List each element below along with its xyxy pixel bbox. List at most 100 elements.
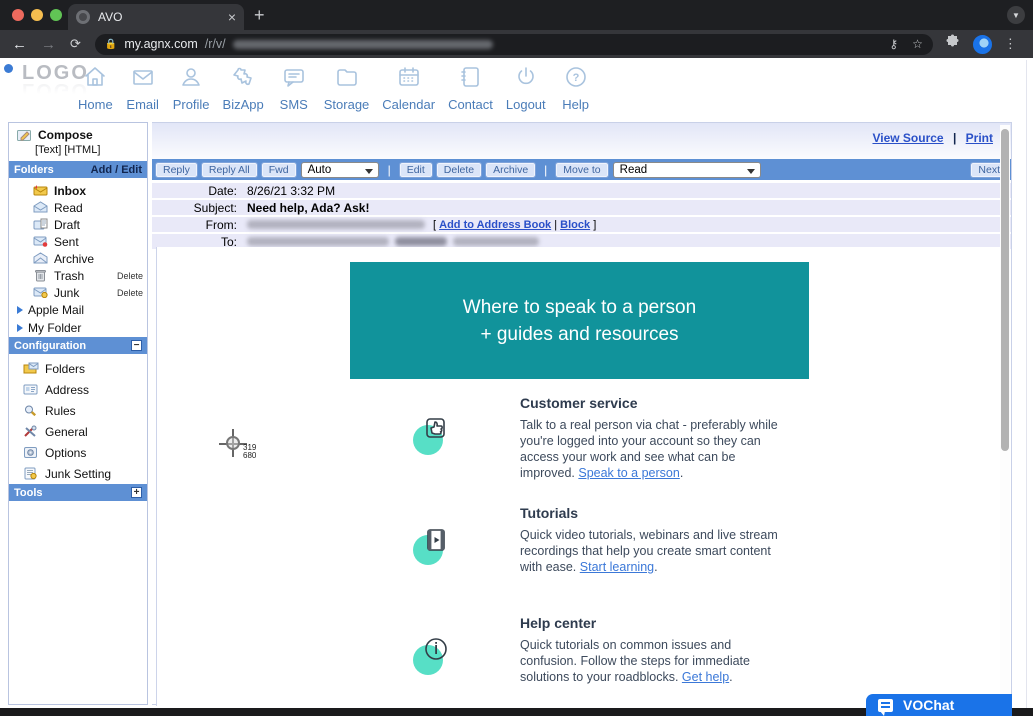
tab-title: AVO <box>98 10 220 24</box>
nav-item-help[interactable]: ? Help <box>559 64 593 112</box>
reply-button[interactable]: Reply <box>156 163 197 177</box>
expander-triangle-icon[interactable] <box>17 306 23 314</box>
speech-bubble-icon <box>281 64 307 95</box>
configuration-section-header[interactable]: Configuration − <box>9 337 147 354</box>
browser-tab[interactable]: AVO × <box>68 4 244 30</box>
move-to-button[interactable]: Move to <box>556 163 607 177</box>
sidebar-item-draft[interactable]: Draft <box>9 216 147 233</box>
address-bar[interactable]: 🔒 my.agnx.com /r/v/ ⚷ ☆ <box>95 34 933 55</box>
browser-profile-avatar[interactable] <box>973 35 992 54</box>
browser-menu-icon[interactable]: ⋮ <box>1004 36 1017 52</box>
banner-line-1: Where to speak to a person <box>350 295 809 320</box>
config-junk-setting-icon <box>23 467 38 480</box>
nav-item-home[interactable]: Home <box>78 64 113 112</box>
password-key-icon[interactable]: ⚷ <box>889 37 898 51</box>
nav-item-calendar[interactable]: Calendar <box>382 64 435 112</box>
format-select[interactable]: Auto <box>301 162 379 178</box>
back-icon[interactable]: ← <box>12 36 27 53</box>
nav-item-profile[interactable]: Profile <box>173 64 210 112</box>
bookmark-star-icon[interactable]: ☆ <box>912 37 923 51</box>
redacted-reply-to-address <box>453 237 539 246</box>
sidebar-item-apple-mail[interactable]: Apple Mail <box>9 301 147 319</box>
new-tab-button[interactable]: + <box>254 6 265 24</box>
calendar-icon <box>396 64 422 95</box>
zoom-window-button[interactable] <box>50 9 62 21</box>
draft-mail-icon <box>33 218 48 231</box>
config-rules-icon <box>23 404 38 417</box>
date-value: 8/26/21 3:32 PM <box>247 184 335 198</box>
sidebar-item-trash[interactable]: Trash Delete <box>9 267 147 284</box>
app-top-nav: LOGO LOGO Home Email Profile BizApp SMS <box>0 58 1033 118</box>
block-link[interactable]: Block <box>560 219 590 231</box>
archive-button[interactable]: Archive <box>486 163 535 177</box>
nav-item-email[interactable]: Email <box>126 64 160 112</box>
compose-icon <box>17 129 32 142</box>
email-hero-banner: Where to speak to a person + guides and … <box>350 262 809 379</box>
trash-icon <box>33 269 48 282</box>
crosshair-cursor: 319 680 <box>224 434 264 464</box>
sidebar-item-config-rules[interactable]: Rules <box>9 400 147 421</box>
compose-mode-links[interactable]: [Text] [HTML] <box>9 142 147 161</box>
start-learning-link[interactable]: Start learning <box>580 560 654 574</box>
tab-close-icon[interactable]: × <box>228 10 236 24</box>
sidebar-item-my-folder[interactable]: My Folder <box>9 319 147 337</box>
sidebar-item-inbox[interactable]: Inbox <box>9 182 147 199</box>
thumbs-up-icon <box>413 413 457 457</box>
sidebar-item-config-general[interactable]: General <box>9 421 147 442</box>
extensions-puzzle-icon[interactable] <box>945 34 961 55</box>
nav-item-logout[interactable]: Logout <box>506 64 546 112</box>
reload-icon[interactable]: ⟳ <box>70 36 81 52</box>
move-to-folder-select[interactable]: Read <box>613 162 761 178</box>
sidebar-item-sent[interactable]: Sent <box>9 233 147 250</box>
add-to-address-book-link[interactable]: Add to Address Book <box>439 219 551 231</box>
close-window-button[interactable] <box>12 9 24 21</box>
nav-item-storage[interactable]: Storage <box>324 64 370 112</box>
junk-delete-link[interactable]: Delete <box>117 288 143 298</box>
get-help-link[interactable]: Get help <box>682 670 729 684</box>
email-icon <box>130 64 156 95</box>
redacted-from-address <box>247 220 425 229</box>
trash-delete-link[interactable]: Delete <box>117 271 143 281</box>
minimize-window-button[interactable] <box>31 9 43 21</box>
sidebar-item-archive[interactable]: Archive <box>9 250 147 267</box>
edit-button[interactable]: Edit <box>400 163 432 177</box>
nav-item-contact[interactable]: Contact <box>448 64 493 112</box>
forward-icon[interactable]: → <box>41 36 56 53</box>
chat-widget-button[interactable]: VOChat <box>866 694 1012 716</box>
sidebar-item-read[interactable]: Read <box>9 199 147 216</box>
expand-plus-icon[interactable]: + <box>131 487 142 498</box>
view-source-link[interactable]: View Source <box>872 131 943 145</box>
mail-sidebar: Compose [Text] [HTML] Folders Add / Edit… <box>8 122 148 705</box>
read-mail-icon <box>33 201 48 214</box>
delete-button[interactable]: Delete <box>437 163 481 177</box>
tab-search-chevron-icon[interactable]: ▼ <box>1007 6 1025 24</box>
compose-button[interactable]: Compose <box>9 123 147 142</box>
nav-item-sms[interactable]: SMS <box>277 64 311 112</box>
expander-triangle-icon[interactable] <box>17 324 23 332</box>
sidebar-item-config-junk-setting[interactable]: Junk Setting <box>9 463 147 484</box>
browser-toolbar: ← → ⟳ 🔒 my.agnx.com /r/v/ ⚷ ☆ ⋮ <box>0 30 1033 58</box>
power-icon <box>513 64 539 95</box>
reply-all-button[interactable]: Reply All <box>202 163 257 177</box>
sidebar-item-config-options[interactable]: Options <box>9 442 147 463</box>
section-customer-service: Customer service Talk to a real person v… <box>350 395 809 487</box>
header-row-from: From: [ Add to Address Book | Block ] <box>152 217 1011 232</box>
collapse-minus-icon[interactable]: − <box>131 340 142 351</box>
scrollbar-thumb[interactable] <box>1001 129 1009 451</box>
toolbar-separator: | <box>384 163 395 177</box>
scrollbar-track[interactable] <box>1000 125 1010 703</box>
question-icon: ? <box>563 64 589 95</box>
tools-section-header[interactable]: Tools + <box>9 484 147 501</box>
svg-text:?: ? <box>572 72 579 84</box>
sidebar-item-junk[interactable]: Junk Delete <box>9 284 147 301</box>
forward-button[interactable]: Fwd <box>262 163 296 177</box>
nav-item-bizapp[interactable]: BizApp <box>223 64 264 112</box>
chat-widget-label: VOChat <box>903 697 954 713</box>
folders-add-edit-link[interactable]: Add / Edit <box>91 164 142 176</box>
speak-to-a-person-link[interactable]: Speak to a person <box>578 466 679 480</box>
sidebar-item-config-address[interactable]: Address <box>9 379 147 400</box>
address-book-icon <box>457 64 483 95</box>
print-link[interactable]: Print <box>966 131 993 145</box>
tab-favicon <box>76 10 90 24</box>
sidebar-item-config-folders[interactable]: Folders <box>9 358 147 379</box>
